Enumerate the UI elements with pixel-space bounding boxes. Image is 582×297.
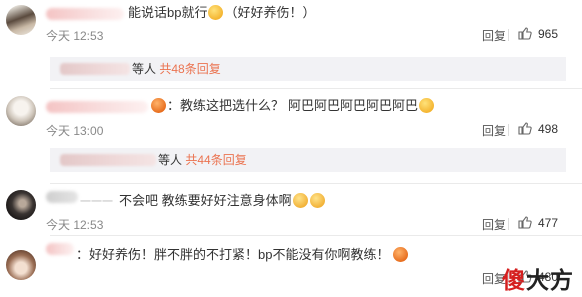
- sad-emoji-icon: [292, 193, 308, 208]
- comment-item: ：教练这把选什么？ 阿巴阿巴阿巴阿巴阿巴 今天 13:00 回复 498 等人 共…: [0, 94, 582, 180]
- like-count: 498: [538, 122, 559, 136]
- thumbs-up-icon: [518, 27, 532, 40]
- comment-item: 能说话bp就行 （好好养伤！） 今天 12:53 回复 965 等人 共48条回复: [0, 0, 582, 81]
- timestamp: 今天 12:53: [46, 218, 104, 232]
- sub-reply-count-link[interactable]: 共48条回复: [159, 62, 220, 76]
- sad-emoji-icon: [309, 193, 325, 208]
- sub-reply-usernames-blurred: [60, 154, 156, 166]
- watermark-part1: 傻: [502, 267, 526, 293]
- username-blurred[interactable]: [46, 8, 124, 20]
- comment-text-colon: ：教练这把选什么？: [167, 98, 285, 113]
- sub-reply-summary: 等人 共48条回复: [132, 61, 221, 77]
- username-blurred[interactable]: [46, 243, 74, 255]
- sub-reply-count-link[interactable]: 共44条回复: [185, 153, 246, 167]
- reply-button[interactable]: 回复: [482, 27, 506, 44]
- comment-item: 一一一 不会吧 教练要好好注意身体啊 今天 12:53 回复 477: [0, 186, 582, 232]
- watermark-logo: 傻大方: [502, 261, 574, 295]
- like-button[interactable]: 965: [518, 27, 558, 41]
- thumbs-up-icon: [518, 122, 532, 135]
- sub-reply-usernames-blurred: [60, 63, 130, 75]
- separator: [508, 124, 509, 136]
- divider: [50, 88, 582, 89]
- comment-text-tail: 阿巴阿巴阿巴阿巴阿巴: [288, 98, 419, 113]
- comment-text: ：好好养伤！胖不胖的不打紧！bp不能没有你啊教练！: [76, 246, 409, 264]
- username-fragment: 一一一: [80, 196, 113, 208]
- timestamp: 今天 12:53: [46, 29, 104, 43]
- avatar[interactable]: [6, 5, 36, 35]
- smile-emoji-icon: [208, 5, 224, 20]
- timestamp: 今天 13:00: [46, 124, 104, 138]
- smile-emoji-icon: [419, 98, 435, 113]
- avatar[interactable]: [6, 190, 36, 220]
- comment-text: ：教练这把选什么？ 阿巴阿巴阿巴阿巴阿巴: [150, 97, 435, 115]
- separator: [508, 29, 509, 41]
- like-button[interactable]: 498: [518, 122, 558, 136]
- sub-reply-box[interactable]: 等人 共48条回复: [50, 57, 566, 81]
- sub-reply-box[interactable]: 等人 共44条回复: [50, 148, 566, 172]
- sub-reply-prefix: 等人: [132, 62, 157, 76]
- sub-reply-summary: 等人 共44条回复: [158, 152, 247, 168]
- comment-text-main: 能说话bp就行: [128, 5, 208, 20]
- comment-text-main: 不会吧 教练要好好注意身体啊: [119, 193, 292, 208]
- like-count: 477: [538, 216, 559, 230]
- comment-text-tail: （好好养伤！）: [224, 5, 316, 20]
- comment-text-main: ：好好养伤！胖不胖的不打紧！bp不能没有你啊教练！: [76, 247, 390, 262]
- like-count: 965: [538, 27, 559, 41]
- sub-reply-prefix: 等人: [158, 153, 183, 167]
- username-blurred[interactable]: [46, 101, 148, 113]
- divider: [50, 183, 582, 184]
- comment-text: 一一一 不会吧 教练要好好注意身体啊: [46, 192, 326, 211]
- avatar[interactable]: [6, 250, 36, 280]
- reply-button[interactable]: 回复: [482, 122, 506, 139]
- comment-text: 能说话bp就行 （好好养伤！）: [128, 4, 315, 22]
- divider: [50, 235, 582, 236]
- avatar[interactable]: [6, 96, 36, 126]
- reply-button[interactable]: 回复: [482, 216, 506, 233]
- angry-emoji-icon: [393, 247, 409, 262]
- thumbs-up-icon: [518, 216, 532, 229]
- comment-item: ：好好养伤！胖不胖的不打紧！bp不能没有你啊教练！ 回复 480: [0, 238, 582, 297]
- separator: [508, 218, 509, 230]
- like-button[interactable]: 477: [518, 216, 558, 230]
- angry-emoji-icon: [151, 98, 166, 113]
- watermark-part2: 大方: [526, 267, 574, 293]
